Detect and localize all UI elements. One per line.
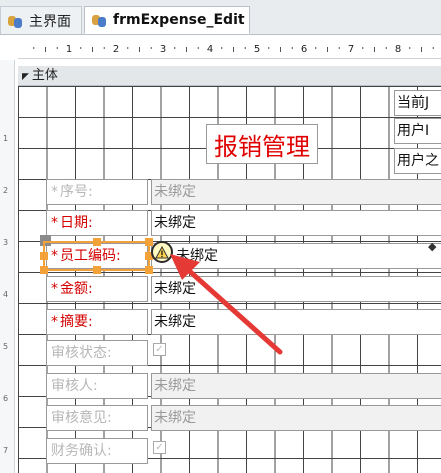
resize-handle-top-right[interactable] — [145, 238, 153, 246]
field-employee-code[interactable]: 未绑定 — [151, 243, 441, 269]
ruler-number: 2 — [113, 44, 119, 55]
ruler-number: 6 — [301, 44, 307, 55]
checkbox-finance-confirm[interactable]: ✓ — [153, 441, 166, 454]
tab-frmexpense-edit[interactable]: frmExpense_Edit — [84, 6, 250, 34]
vertical-ruler: 1 2 3 4 5 6 7 — [0, 60, 15, 473]
tab-bar: 主界面 frmExpense_Edit — [0, 0, 441, 35]
vruler-number: 3 — [3, 238, 9, 247]
field-review-comment[interactable]: 未绑定 — [151, 405, 441, 431]
resize-handle-top[interactable] — [93, 238, 101, 246]
label-reviewer[interactable]: 审核人: — [46, 373, 148, 399]
error-marker-icon: ◆ — [428, 240, 437, 253]
label-review-status[interactable]: 审核状态: — [46, 340, 148, 366]
resize-handle-bottom[interactable] — [93, 266, 101, 274]
vruler-number: 5 — [3, 342, 9, 351]
label-serial-text: 序号: — [60, 184, 93, 200]
ruler-number: 1 — [66, 44, 72, 55]
vruler-number: 7 — [3, 446, 9, 455]
detail-section-header[interactable]: ◤ 主体 — [18, 66, 441, 86]
field-serial[interactable]: 未绑定 — [151, 179, 441, 205]
warning-icon[interactable] — [151, 241, 173, 263]
label-finance-confirm[interactable]: 财务确认: — [46, 438, 148, 464]
resize-handle-left[interactable] — [40, 252, 48, 260]
form-title-label[interactable]: 报销管理 — [206, 124, 318, 164]
field-date[interactable]: 未绑定 — [151, 210, 441, 236]
header-textbox-1[interactable]: 当前J — [394, 90, 441, 116]
section-label: 主体 — [31, 68, 58, 83]
tab-main[interactable]: 主界面 — [0, 6, 82, 34]
ruler-number: 7 — [348, 44, 354, 55]
vruler-number: 4 — [3, 290, 9, 299]
label-date-text: 日期: — [60, 215, 93, 231]
field-summary[interactable]: 未绑定 — [151, 309, 441, 335]
vruler-number: 1 — [3, 134, 9, 143]
header-textbox-2[interactable]: 用户I — [394, 118, 441, 144]
users-icon — [7, 13, 23, 29]
resize-handle-bottom-left[interactable] — [40, 266, 48, 274]
ruler-number: 4 — [207, 44, 213, 55]
label-date[interactable]: * 日期: — [46, 210, 148, 236]
field-reviewer[interactable]: 未绑定 — [151, 373, 441, 399]
vruler-number: 2 — [3, 186, 9, 195]
header-textbox-3[interactable]: 用户之 — [394, 148, 441, 174]
resize-handle-bottom-right[interactable] — [145, 266, 153, 274]
label-amount-text: 金额: — [60, 281, 93, 297]
label-summary[interactable]: * 摘要: — [46, 309, 148, 335]
section-collapse-icon: ◤ — [22, 72, 29, 82]
vruler-number: 6 — [3, 394, 9, 403]
ruler-number: 5 — [254, 44, 260, 55]
label-review-comment[interactable]: 审核意见: — [46, 405, 148, 431]
label-summary-text: 摘要: — [60, 314, 93, 330]
horizontal-ruler: 1 2 3 4 5 6 7 8 — [18, 38, 441, 59]
ruler-number: 3 — [160, 44, 166, 55]
users-icon — [91, 12, 107, 28]
label-amount[interactable]: * 金额: — [46, 276, 148, 302]
ruler-number: 8 — [395, 44, 401, 55]
field-amount[interactable]: 未绑定 — [151, 276, 441, 302]
checkbox-review-status[interactable]: ✓ — [153, 343, 166, 356]
label-serial[interactable]: * 序号: — [46, 179, 148, 205]
tab-frmexpense-edit-label: frmExpense_Edit — [113, 12, 245, 28]
tab-main-label: 主界面 — [29, 13, 71, 30]
